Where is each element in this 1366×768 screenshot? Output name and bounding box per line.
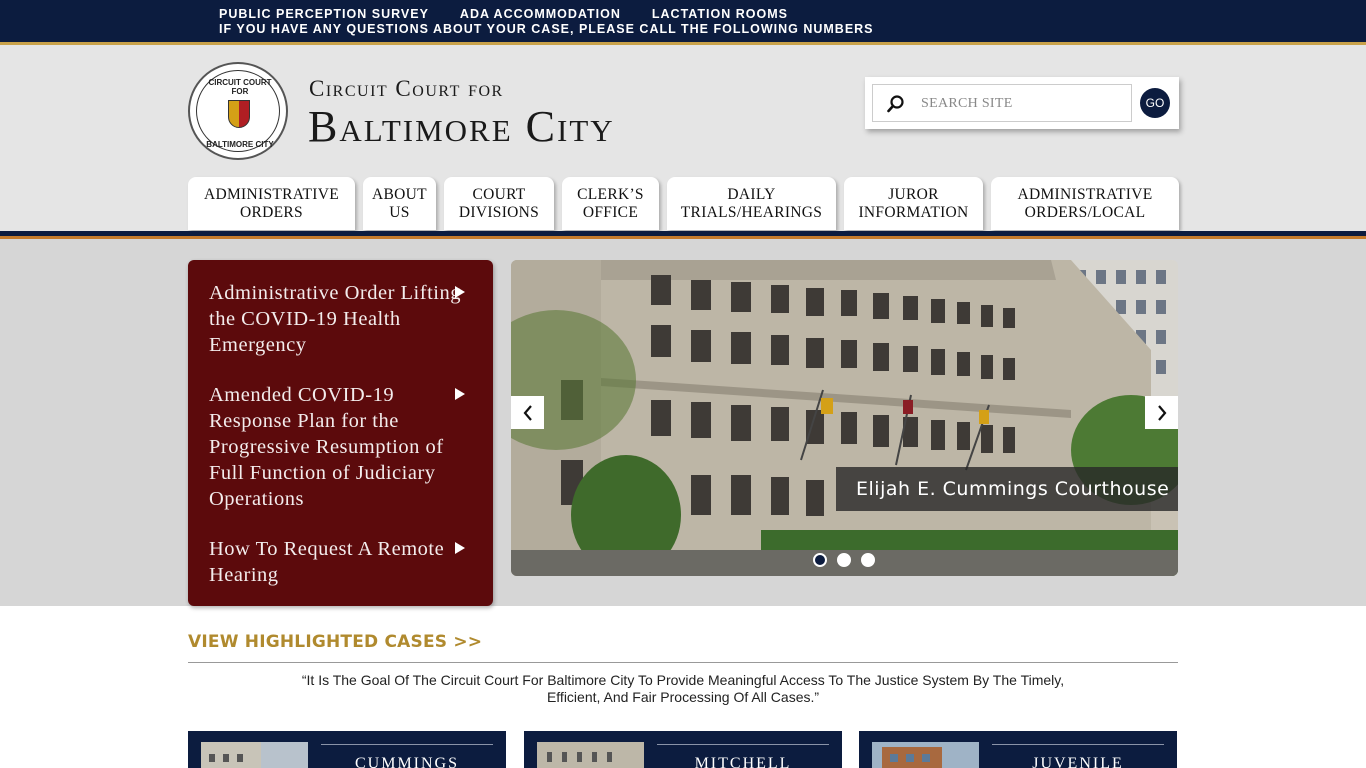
tab-administrative-orders[interactable]: ADMINISTRATIVE ORDERS [188,177,355,230]
announcements-panel: Administrative Order Lifting the COVID-1… [188,260,493,606]
play-arrow-icon [455,286,465,298]
announcement-item[interactable]: Amended COVID-19 Response Plan for the P… [209,382,479,512]
courthouse-thumbnail [872,742,979,768]
announcement-text: Administrative Order Lifting the COVID-1… [209,282,461,356]
tab-administrative-orders-local[interactable]: ADMINISTRATIVE ORDERS/LOCAL [991,177,1179,230]
court-seal-logo[interactable]: CIRCUIT COURT FOR BALTIMORE CITY [188,62,288,160]
mission-statement: “It Is The Goal Of The Circuit Court For… [301,672,1065,705]
card-divider [657,744,829,745]
seal-text-bottom: BALTIMORE CITY [206,140,274,149]
card-title: JUVENILE [1032,755,1124,768]
slider-dot-2[interactable] [837,553,851,567]
section-divider [188,662,1178,663]
tab-court-divisions[interactable]: COURT DIVISIONS [444,177,554,230]
courthouse-thumbnail [201,742,308,768]
card-divider [992,744,1164,745]
site-title-line2[interactable]: Baltimore City [308,101,615,152]
slider-dot-1[interactable] [813,553,827,567]
seal-text-top: CIRCUIT COURT FOR [208,78,272,96]
slider-dot-3[interactable] [861,553,875,567]
announcement-item[interactable]: Administrative Order Lifting the COVID-1… [209,280,479,358]
tab-about-us[interactable]: ABOUT US [363,177,436,230]
tab-clerks-office[interactable]: CLERK’S OFFICE [562,177,659,230]
maryland-shield-icon [228,100,250,128]
search-panel: GO [865,77,1179,129]
card-title: MITCHELL [694,755,792,768]
card-divider [321,744,493,745]
site-title-line1[interactable]: Circuit Court for [309,76,504,102]
public-perception-survey-link[interactable]: PUBLIC PERCEPTION SURVEY [219,7,429,21]
search-input[interactable] [921,93,1121,115]
play-arrow-icon [455,388,465,400]
courthouse-photo [511,260,1178,576]
chevron-left-icon [523,404,532,421]
ada-accommodation-link[interactable]: ADA ACCOMMODATION [460,7,621,21]
contact-notice[interactable]: IF YOU HAVE ANY QUESTIONS ABOUT YOUR CAS… [219,22,874,36]
courthouse-thumbnail [537,742,644,768]
utility-links: PUBLIC PERCEPTION SURVEY ADA ACCOMMODATI… [219,7,819,21]
courthouse-card-mitchell[interactable]: MITCHELL [524,731,842,768]
courthouse-card-juvenile[interactable]: JUVENILE [859,731,1177,768]
view-highlighted-cases-link[interactable]: VIEW HIGHLIGHTED CASES >> [188,632,482,652]
tab-daily-trials-hearings[interactable]: DAILY TRIALS/HEARINGS [667,177,836,230]
slider-next-button[interactable] [1145,396,1178,429]
photo-slider[interactable] [511,260,1178,576]
slider-prev-button[interactable] [511,396,544,429]
card-title: CUMMINGS [354,755,459,768]
search-field[interactable] [872,84,1132,122]
lactation-rooms-link[interactable]: LACTATION ROOMS [652,7,788,21]
announcement-text: How To Request A Remote Hearing [209,538,445,586]
play-arrow-icon [455,542,465,554]
announcement-item[interactable]: How To Request A Remote Hearing [209,536,479,588]
top-utility-bar: PUBLIC PERCEPTION SURVEY ADA ACCOMMODATI… [0,0,1366,42]
search-icon [887,95,904,113]
courthouse-card-cummings[interactable]: CUMMINGS [188,731,506,768]
tab-juror-information[interactable]: JUROR INFORMATION [844,177,983,230]
slide-caption: Elijah E. Cummings Courthouse [836,467,1178,511]
chevron-right-icon [1157,404,1166,421]
search-go-button[interactable]: GO [1140,88,1170,118]
announcement-text: Amended COVID-19 Response Plan for the P… [209,384,444,510]
